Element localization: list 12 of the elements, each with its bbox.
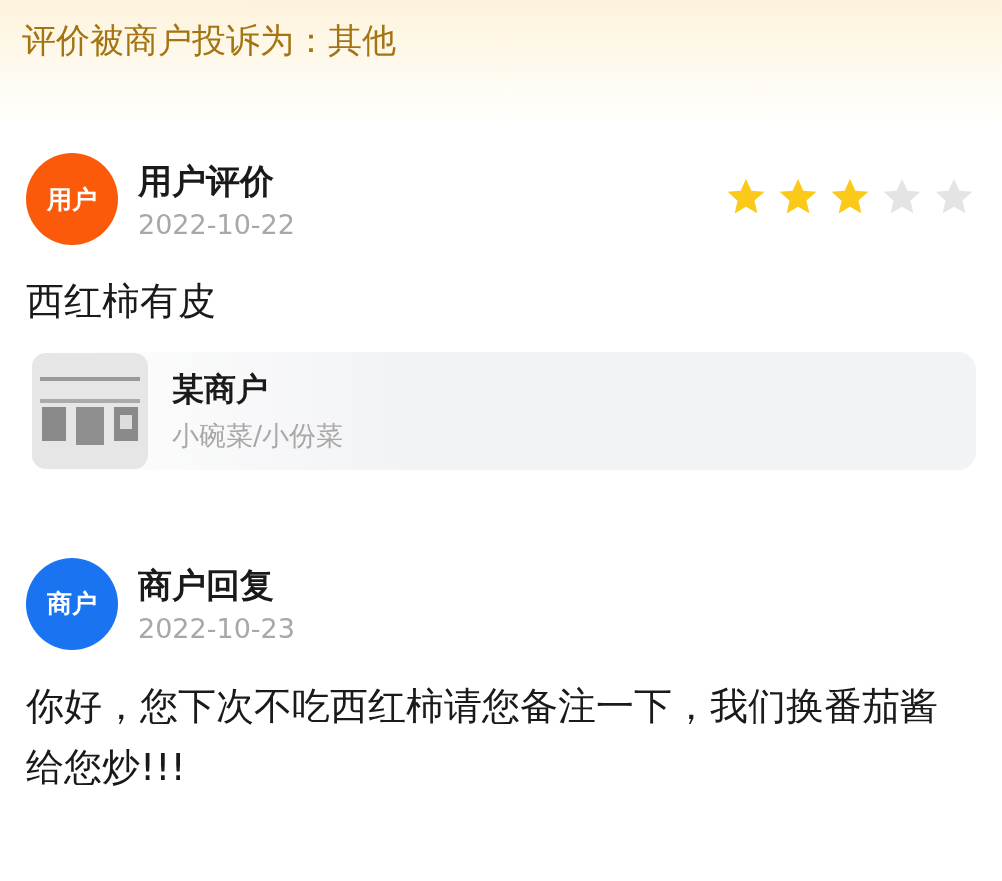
post-text: 西红柿有皮 — [26, 278, 217, 325]
store-name: 某商户 — [172, 368, 269, 410]
post-text: 你好，您下次不吃西红柿请您备注一下，我们换番茄酱给您炒!!! — [26, 682, 939, 791]
avatar-badge: 用户 — [26, 153, 118, 245]
post-date: 2022-10-23 — [138, 613, 296, 645]
complaint-title: 评价被商户投诉为：其他 — [22, 19, 397, 62]
avatar-badge: 商户 — [26, 557, 118, 650]
store-category: 小碗菜/小份菜 — [172, 418, 344, 453]
post-title: 用户评价 — [138, 159, 275, 203]
storefront-icon — [32, 352, 148, 469]
post-date: 2022-10-22 — [138, 208, 296, 240]
post-title: 商户回复 — [138, 564, 275, 608]
